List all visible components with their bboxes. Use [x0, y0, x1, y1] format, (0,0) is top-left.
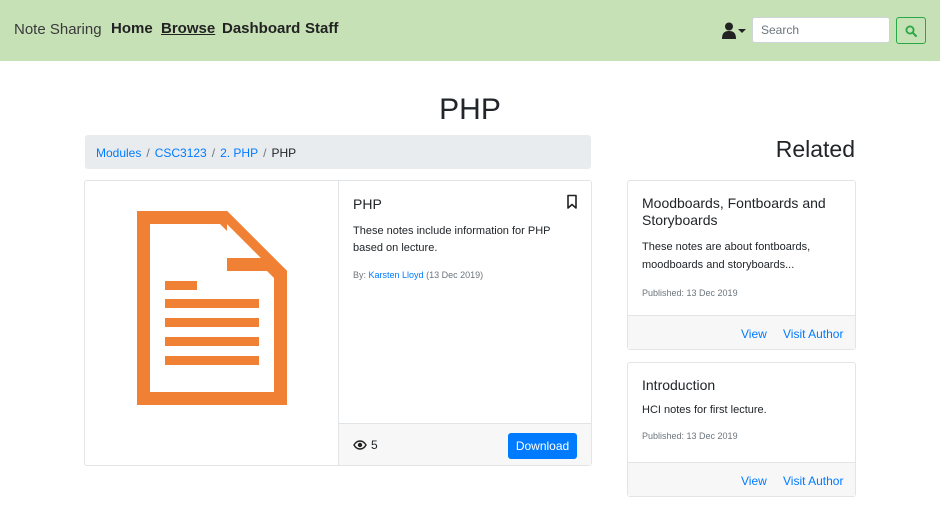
view-link[interactable]: View [741, 327, 767, 341]
related-title: Moodboards, Fontboards and Storyboards [642, 195, 826, 228]
note-body: PHP These notes include information for … [339, 181, 591, 423]
search-input[interactable] [752, 17, 890, 43]
page-title: PHP [439, 93, 501, 126]
related-published: Published: 13 Dec 2019 [642, 288, 738, 298]
download-button[interactable]: Download [508, 433, 577, 459]
caret-down-icon [738, 29, 746, 33]
user-menu[interactable] [722, 22, 748, 40]
nav-dashboard[interactable]: Dashboard [222, 20, 300, 37]
breadcrumb-topic[interactable]: 2. PHP [220, 146, 258, 160]
eye-icon [353, 440, 367, 450]
breadcrumb-module-code[interactable]: CSC3123 [155, 146, 207, 160]
view-count: 5 [353, 438, 378, 452]
note-card: PHP These notes include information for … [84, 180, 592, 466]
related-published: Published: 13 Dec 2019 [642, 431, 738, 441]
breadcrumb-separator: / [211, 146, 216, 160]
by-label: By: [353, 270, 367, 280]
breadcrumb-separator: / [263, 146, 267, 160]
view-count-value: 5 [371, 438, 378, 452]
note-meta: By: Karsten Lloyd (13 Dec 2019) [353, 270, 577, 280]
related-description: These notes are about fontboards, moodbo… [642, 241, 811, 271]
document-icon [137, 211, 287, 405]
related-title: Introduction [642, 377, 716, 393]
note-footer: 5 Download [339, 423, 591, 465]
note-description: These notes include information for PHP … [353, 225, 551, 254]
related-footer: View Visit Author [628, 462, 855, 496]
user-icon [722, 22, 746, 39]
author-link[interactable]: Karsten Lloyd [369, 270, 424, 280]
related-footer: View Visit Author [628, 315, 855, 349]
search-icon [905, 25, 917, 37]
nav-staff[interactable]: Staff [305, 20, 338, 37]
note-date: (13 Dec 2019) [426, 270, 484, 280]
related-card: Introduction HCI notes for first lecture… [627, 362, 856, 497]
nav-home[interactable]: Home [111, 20, 153, 37]
breadcrumb: Modules / CSC3123 / 2. PHP / PHP [85, 135, 591, 169]
note-title: PHP [353, 196, 382, 212]
nav-browse[interactable]: Browse [161, 20, 215, 37]
visit-author-link[interactable]: Visit Author [783, 327, 843, 341]
view-link[interactable]: View [741, 474, 767, 488]
breadcrumb-current: PHP [271, 146, 297, 160]
bookmark-icon[interactable] [565, 194, 579, 210]
brand[interactable]: Note Sharing [14, 21, 102, 38]
navbar: Note Sharing Home Browse Dashboard Staff [0, 0, 940, 61]
related-heading: Related [775, 136, 855, 162]
breadcrumb-modules[interactable]: Modules [96, 146, 141, 160]
visit-author-link[interactable]: Visit Author [783, 474, 843, 488]
related-description: HCI notes for first lecture. [642, 404, 767, 416]
note-thumbnail [85, 181, 339, 465]
related-card: Moodboards, Fontboards and Storyboards T… [627, 180, 856, 350]
breadcrumb-separator: / [146, 146, 150, 160]
search-button[interactable] [896, 17, 926, 44]
